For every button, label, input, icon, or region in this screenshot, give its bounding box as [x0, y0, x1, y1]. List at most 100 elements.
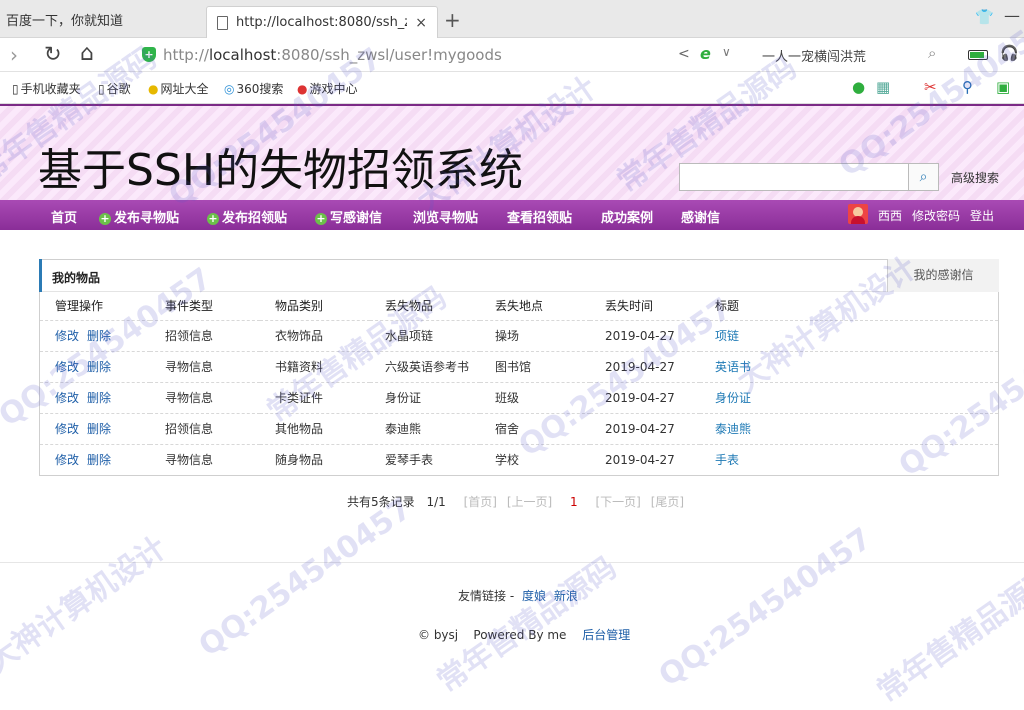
footer-divider: [0, 562, 1024, 563]
plus-icon: +: [99, 212, 111, 225]
copyright: © bysj Powered By me 后台管理: [418, 626, 630, 643]
bookmark-360[interactable]: ◎ 360搜索: [224, 80, 283, 97]
advanced-search-link[interactable]: 高级搜索: [951, 169, 999, 186]
cell-item: 六级英语参考书: [370, 351, 480, 383]
nav-write-thanks[interactable]: + 写感谢信: [315, 207, 382, 226]
browser-tabbar: 百度一下，你就知道 http://localhost:8080/ssh_zwsl…: [0, 0, 1024, 38]
title-link[interactable]: 英语书: [715, 360, 751, 374]
delete-link[interactable]: 删除: [87, 453, 111, 467]
bookmark-mobile[interactable]: ▯ 手机收藏夹: [12, 80, 81, 97]
security-shield-icon: +: [142, 47, 156, 62]
search-icon[interactable]: ⌕: [928, 44, 936, 62]
scissors-icon[interactable]: ✂: [924, 78, 937, 96]
chevron-down-icon[interactable]: ∨: [722, 45, 731, 59]
gamepad-icon[interactable]: ▣: [996, 78, 1010, 96]
nav-thanks-letters[interactable]: 感谢信: [681, 207, 720, 226]
watermark: QQ:254540457: [652, 521, 879, 694]
title-link[interactable]: 项链: [715, 329, 739, 343]
delete-link[interactable]: 删除: [87, 360, 111, 374]
change-password-link[interactable]: 修改密码: [912, 207, 960, 224]
url-field[interactable]: http://localhost:8080/ssh_zwsl/user!mygo…: [163, 46, 502, 64]
tab-my-thanks[interactable]: 我的感谢信: [887, 259, 999, 292]
cell-place: 班级: [480, 382, 590, 414]
nav-post-found[interactable]: + 发布招领贴: [207, 207, 287, 226]
minimize-icon[interactable]: —: [1004, 6, 1020, 25]
magnifier-icon[interactable]: ⚲: [962, 78, 973, 96]
last-page-link[interactable]: [尾页]: [651, 495, 684, 509]
search-suggestion[interactable]: 一人一宠横闯洪荒: [762, 46, 866, 65]
cell-category: 书籍资料: [260, 351, 370, 383]
browser-tab-title: http://localhost:8080/ssh_zwsl: [236, 15, 407, 30]
nav-home[interactable]: 首页: [51, 207, 77, 226]
cell-date: 2019-04-27: [590, 351, 700, 383]
cell-place: 图书馆: [480, 351, 590, 383]
title-link[interactable]: 身份证: [715, 391, 751, 405]
bookmark-google[interactable]: ▯ 谷歌: [98, 80, 131, 97]
current-page: 1: [570, 495, 578, 509]
title-link[interactable]: 泰迪熊: [715, 422, 751, 436]
browser-engine-icon[interactable]: e: [700, 44, 711, 63]
plus-icon: +: [315, 212, 327, 225]
nav-browse-lost[interactable]: 浏览寻物贴: [413, 207, 478, 226]
delete-link[interactable]: 删除: [87, 422, 111, 436]
skin-icon[interactable]: 👕: [975, 8, 994, 26]
nav-view-found[interactable]: 查看招领贴: [507, 207, 572, 226]
table-row: 修改 删除 招领信息 衣物饰品 水晶项链 操场 2019-04-27 项链: [40, 320, 998, 352]
panel-accent: [39, 259, 42, 292]
forward-icon[interactable]: ›: [10, 43, 18, 67]
logout-link[interactable]: 登出: [970, 207, 994, 224]
browser-address-bar: › ↻ ⌂ + http://localhost:8080/ssh_zwsl/u…: [0, 38, 1024, 72]
first-page-link[interactable]: [首页]: [464, 495, 497, 509]
cell-event-type: 寻物信息: [165, 453, 214, 468]
table-row: 修改 删除 寻物信息 卡类证件 身份证 班级 2019-04-27 身份证: [40, 382, 998, 414]
edit-link[interactable]: 修改: [55, 391, 79, 405]
search-button[interactable]: ⌕: [908, 163, 939, 191]
reload-icon[interactable]: ↻: [44, 42, 62, 66]
bookmark-games[interactable]: ● 游戏中心: [297, 80, 358, 97]
site-search-input[interactable]: [679, 163, 909, 191]
headphone-icon[interactable]: 🎧: [1000, 44, 1019, 62]
friend-links-label: 友情链接 -: [458, 589, 515, 603]
watermark: 常年售精品源码: [870, 560, 1024, 710]
next-page-link[interactable]: [下一页]: [595, 495, 640, 509]
col-actions: 管理操作: [40, 292, 150, 321]
cell-item: 泰迪熊: [370, 413, 480, 445]
cell-category: 其他物品: [260, 413, 370, 445]
cell-event-type: 招领信息: [150, 413, 260, 445]
edit-link[interactable]: 修改: [55, 422, 79, 436]
friend-link-duniang[interactable]: 度娘: [522, 589, 546, 603]
edit-link[interactable]: 修改: [55, 453, 79, 467]
panel-header: 我的物品 我的感谢信: [39, 259, 999, 292]
table-header-row: 管理操作 事件类型 物品类别 丢失物品 丢失地点 丢失时间 标题: [40, 292, 998, 321]
cell-event-type: 招领信息: [150, 320, 260, 352]
title-link[interactable]: 手表: [715, 453, 739, 467]
page-icon: [217, 15, 228, 30]
nav-post-lost[interactable]: + 发布寻物贴: [99, 207, 179, 226]
prev-page-link[interactable]: [上一页]: [507, 495, 552, 509]
browser-tab-baidu[interactable]: 百度一下，你就知道: [0, 0, 206, 38]
nav-username[interactable]: 西西: [878, 207, 902, 224]
cell-title: 泰迪熊: [700, 413, 998, 445]
cell-category: 衣物饰品: [260, 320, 370, 352]
wechat-icon[interactable]: ●: [852, 78, 865, 96]
delete-link[interactable]: 删除: [87, 329, 111, 343]
new-tab-icon[interactable]: +: [444, 8, 461, 32]
bookmark-hao[interactable]: ● 网址大全: [148, 80, 209, 97]
apps-icon[interactable]: ▦: [876, 78, 890, 96]
mobile-icon: ▯: [12, 82, 19, 96]
edit-link[interactable]: 修改: [55, 329, 79, 343]
cell-event-type: 寻物信息: [150, 382, 260, 414]
browser-tab-active[interactable]: http://localhost:8080/ssh_zwsl ×: [206, 6, 438, 38]
edit-link[interactable]: 修改: [55, 360, 79, 374]
avatar[interactable]: [848, 204, 868, 224]
close-tab-icon[interactable]: ×: [415, 15, 427, 31]
record-count: 共有5条记录: [347, 495, 415, 509]
site-header: 基于SSH的失物招领系统 ⌕ 高级搜索: [0, 104, 1024, 200]
home-icon[interactable]: ⌂: [80, 41, 94, 66]
share-icon[interactable]: <: [678, 46, 690, 62]
admin-link[interactable]: 后台管理: [582, 628, 630, 642]
friend-link-sina[interactable]: 新浪: [554, 589, 578, 603]
cell-title: 项链: [700, 320, 998, 352]
nav-success-cases[interactable]: 成功案例: [601, 207, 653, 226]
delete-link[interactable]: 删除: [87, 391, 111, 405]
